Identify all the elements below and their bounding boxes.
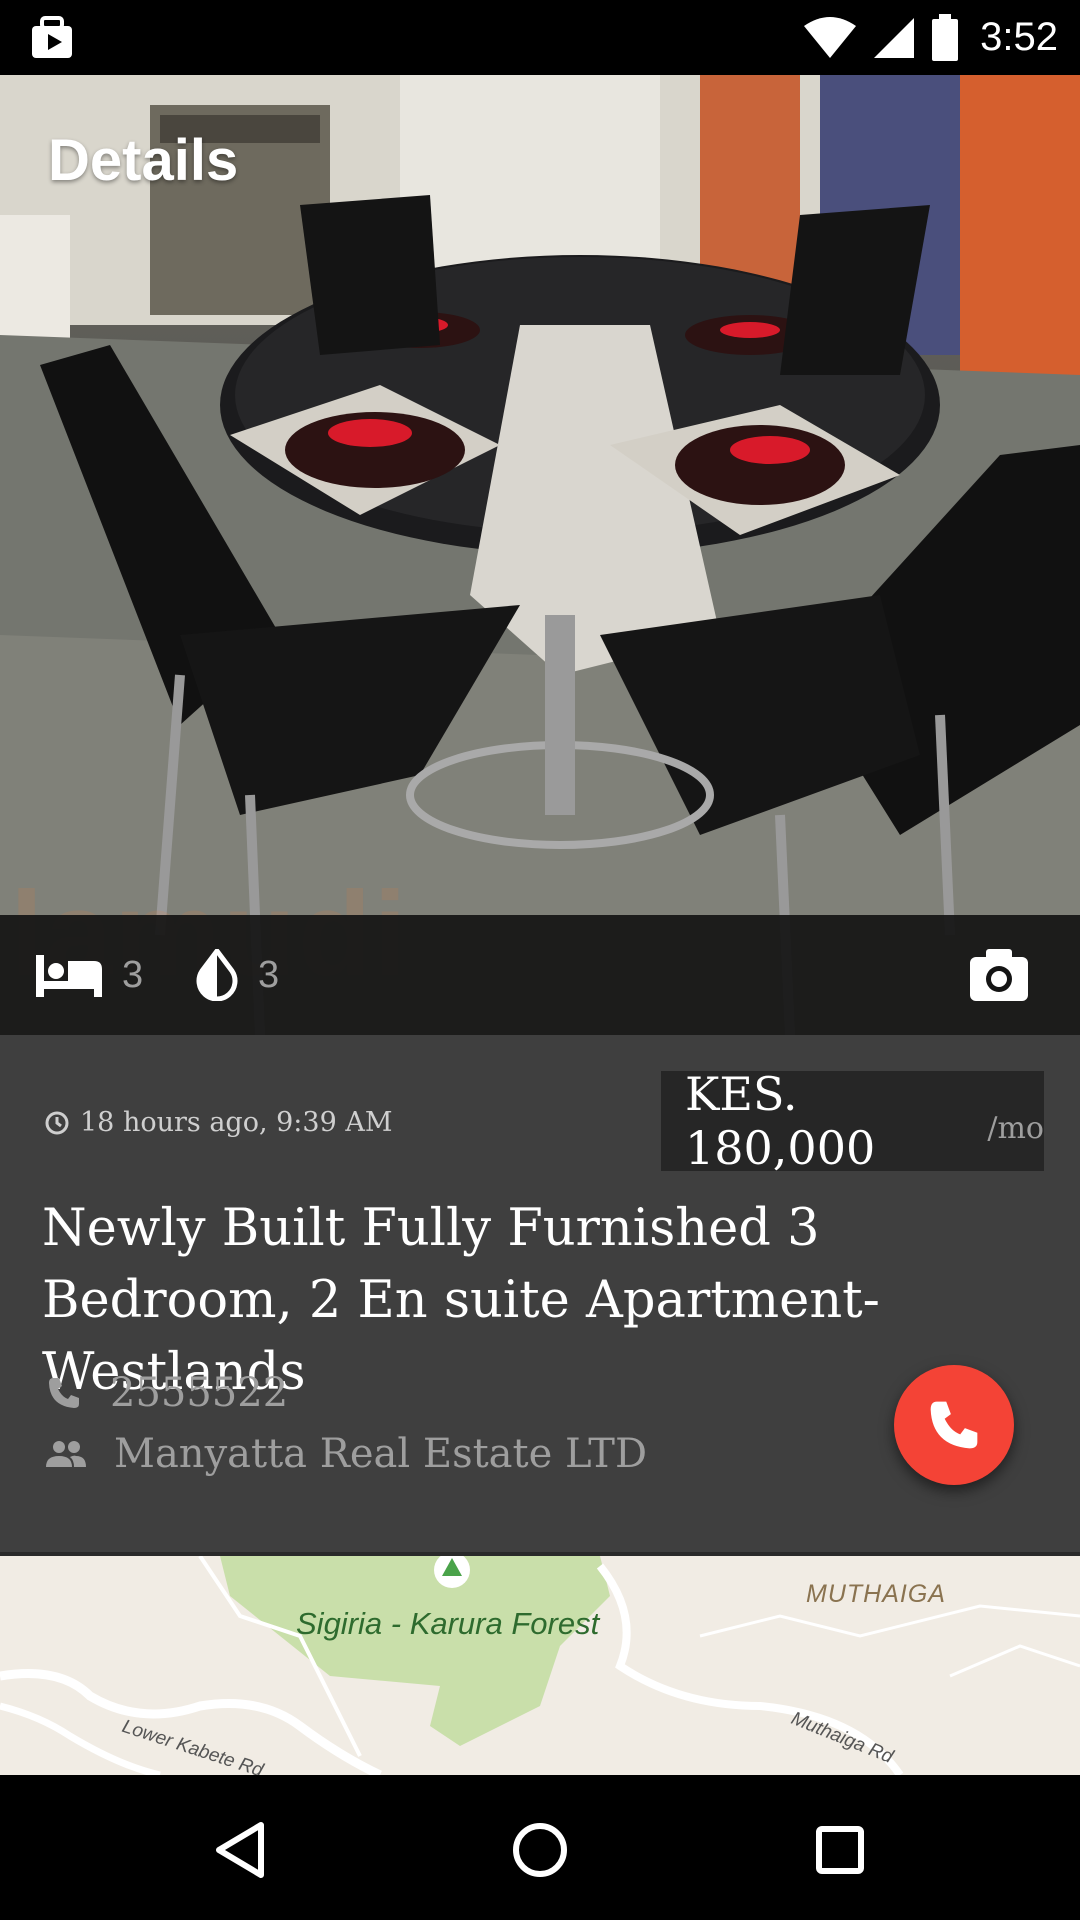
cell-signal-icon	[874, 17, 915, 58]
phone-icon	[49, 1378, 79, 1408]
map-area-label: MUTHAIGA	[806, 1580, 946, 1608]
phone-icon	[930, 1401, 978, 1449]
camera-icon[interactable]	[968, 945, 1030, 1003]
clock-icon	[45, 1111, 69, 1134]
media-notification-icon	[32, 16, 72, 58]
bed-icon	[36, 955, 102, 997]
water-drop-icon	[196, 949, 238, 1001]
agency-name: Manyatta Real Estate LTD	[114, 1431, 648, 1477]
call-button[interactable]	[894, 1365, 1014, 1485]
wifi-icon	[804, 16, 857, 58]
status-bar: 3:52	[0, 0, 1080, 75]
location-map[interactable]: Sigiria - Karura Forest MUTHAIGA Lower K…	[0, 1556, 1080, 1775]
phone-row[interactable]: 2555522	[46, 1370, 288, 1416]
listing-details: 18 hours ago, 9:39 AM KES. 180,000 /mo N…	[0, 1035, 1080, 1556]
home-icon[interactable]	[495, 1805, 585, 1895]
price-badge: KES. 180,000 /mo	[661, 1067, 1044, 1175]
features-bar: 3 3	[0, 915, 1080, 1035]
posted-time-text: 18 hours ago, 9:39 AM	[80, 1107, 393, 1138]
bathrooms-feature: 3	[194, 915, 279, 1035]
navigation-bar	[0, 1775, 1080, 1920]
posted-time: 18 hours ago, 9:39 AM	[44, 1107, 392, 1138]
bathrooms-count: 3	[258, 953, 280, 996]
recents-icon[interactable]	[795, 1805, 885, 1895]
map-forest-label: Sigiria - Karura Forest	[296, 1606, 600, 1641]
back-icon[interactable]	[197, 1805, 287, 1895]
agency-row: Manyatta Real Estate LTD	[46, 1431, 647, 1477]
battery-icon	[932, 13, 959, 61]
people-icon	[46, 1441, 86, 1467]
listing-photo[interactable]: Details lamudi 3 3	[0, 75, 1080, 1035]
status-icons: 3:52	[802, 0, 1058, 75]
bedrooms-count: 3	[122, 953, 144, 996]
price-unit: /mo	[987, 1110, 1044, 1146]
bedrooms-feature: 3	[34, 915, 143, 1035]
price-amount: KES. 180,000	[685, 1067, 876, 1175]
status-time: 3:52	[980, 15, 1058, 59]
page-title: Details	[48, 128, 239, 193]
phone-number: 2555522	[110, 1370, 289, 1416]
